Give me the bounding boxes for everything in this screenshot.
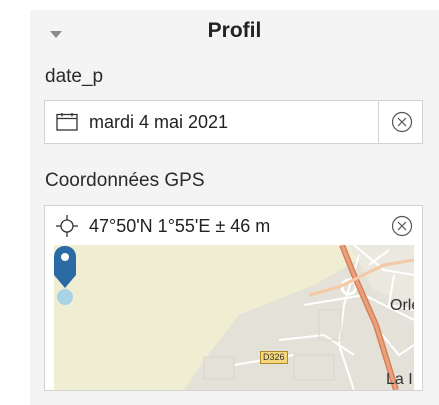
clear-gps-icon[interactable]	[391, 215, 413, 237]
gps-field[interactable]: 47°50'N 1°55'E ± 46 m Orl La I D326	[44, 205, 423, 391]
map-place-label: Orlé	[390, 297, 414, 314]
section-header[interactable]: Profil	[30, 10, 439, 58]
map-background	[54, 245, 414, 390]
road-number-label: D326	[260, 351, 288, 364]
calendar-icon	[56, 113, 78, 131]
gps-value[interactable]: 47°50'N 1°55'E ± 46 m	[89, 216, 270, 237]
field-divider	[378, 101, 379, 143]
gps-field-label: Coordonnées GPS	[45, 170, 205, 191]
crosshair-icon	[56, 215, 78, 237]
clear-date-icon[interactable]	[391, 111, 413, 133]
location-pin-icon	[54, 246, 76, 305]
date-value[interactable]: mardi 4 mai 2021	[89, 112, 228, 133]
section-title: Profil	[207, 19, 262, 42]
date-field-label: date_p	[45, 66, 104, 87]
date-field[interactable]: mardi 4 mai 2021	[44, 100, 423, 144]
map-place-label: La I	[386, 371, 413, 388]
location-map[interactable]: Orlé La I D326	[54, 245, 414, 390]
form-panel: Profil date_p mardi 4 mai 2021 Coordonné…	[30, 10, 439, 405]
